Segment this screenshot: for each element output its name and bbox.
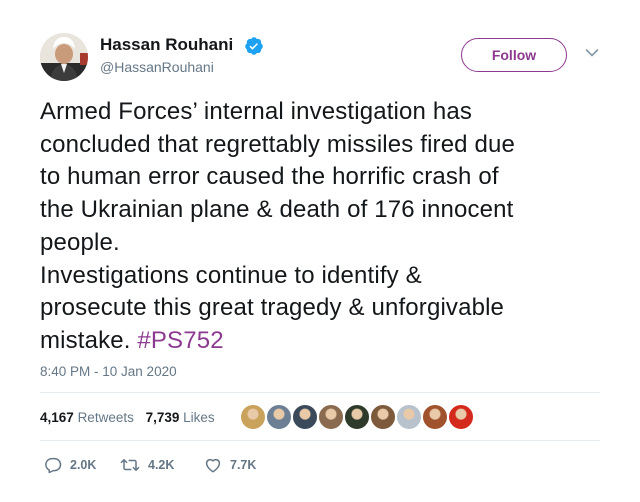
liker-avatar-icon[interactable] — [448, 404, 474, 430]
liker-avatar-icon[interactable] — [266, 404, 292, 430]
tweet-timestamp[interactable]: 8:40 PM - 10 Jan 2020 — [40, 364, 177, 379]
tweet-line: prosecute this great tragedy & unforgiva… — [40, 294, 505, 322]
author-handle[interactable]: @HassanRouhani — [100, 59, 214, 75]
likes-count: 7,739 — [145, 410, 180, 425]
liker-avatar-icon[interactable] — [370, 404, 396, 430]
retweets-label: Retweets — [77, 410, 134, 425]
reply-count: 2.0K — [70, 458, 97, 472]
liker-avatar-icon[interactable] — [396, 404, 422, 430]
tweet-line: concluded that regrettably missiles fire… — [40, 130, 515, 158]
tweet-line: people. — [40, 228, 120, 256]
tweet-line: Armed Forces’ internal investigation has — [40, 98, 472, 125]
chevron-down-icon[interactable] — [585, 48, 599, 58]
tweet-card: Hassan Rouhani @HassanRouhani Follow Arm… — [0, 0, 640, 502]
retweet-icon — [120, 459, 140, 471]
reply-icon — [45, 457, 62, 474]
retweets-count: 4,167 — [40, 410, 74, 425]
likes-label: Likes — [183, 410, 215, 425]
liker-avatar-icon[interactable] — [318, 404, 344, 430]
tweet-line: to human error caused the horrific crash… — [40, 163, 499, 191]
tweet-text: Armed Forces’ internal investigation has… — [40, 96, 620, 358]
tweet-line: Investigations continue to identify & — [40, 261, 422, 289]
likes-stat[interactable]: 7,739 Likes — [146, 410, 215, 425]
verified-badge-icon — [245, 37, 263, 55]
divider — [40, 392, 600, 393]
tweet-line: the Ukrainian plane & death of 176 innoc… — [40, 196, 514, 224]
retweet-count: 4.2K — [148, 458, 175, 472]
liker-avatar-icon[interactable] — [422, 404, 448, 430]
like-count: 7.7K — [230, 458, 257, 472]
profile-photo-icon — [40, 33, 88, 81]
tweet-stats: 4,167 Retweets 7,739 Likes — [40, 410, 223, 425]
reply-button[interactable]: 2.0K — [44, 456, 96, 474]
liker-avatar-icon[interactable] — [344, 404, 370, 430]
follow-button[interactable]: Follow — [461, 38, 567, 72]
retweets-stat[interactable]: 4,167 Retweets — [40, 410, 134, 425]
liker-avatar-icon[interactable] — [240, 404, 266, 430]
heart-icon — [205, 458, 221, 473]
tweet-line-text: mistake. — [40, 326, 131, 354]
retweet-button[interactable]: 4.2K — [120, 456, 174, 474]
divider — [40, 440, 600, 441]
like-button[interactable]: 7.7K — [204, 456, 256, 474]
author-avatar[interactable] — [40, 33, 88, 81]
hashtag-link[interactable]: #PS752 — [137, 327, 223, 354]
tweet-line-last: mistake. #PS752 — [40, 325, 620, 358]
liker-avatar-icon[interactable] — [292, 404, 318, 430]
author-name[interactable]: Hassan Rouhani — [100, 35, 233, 55]
